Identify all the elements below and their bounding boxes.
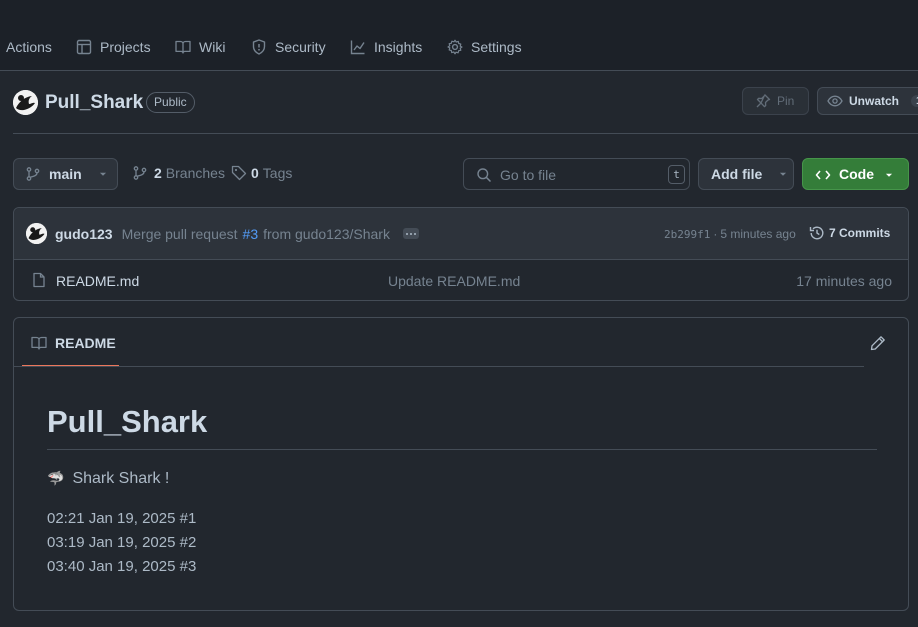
code-button[interactable]: Code (802, 158, 909, 190)
readme-line: 03:40 Jan 19, 2025 #3 (47, 558, 197, 575)
shield-icon (251, 39, 267, 55)
author-avatar[interactable] (26, 223, 47, 244)
git-branch-icon (25, 166, 41, 182)
nav-item-label: Wiki (199, 39, 226, 55)
go-to-file-input[interactable]: Go to file t (463, 158, 690, 190)
search-icon (476, 167, 492, 183)
repo-nav: Actions Projects Wiki Security Insights … (0, 0, 918, 71)
search-placeholder: Go to file (500, 167, 557, 183)
readme-intro: 🦈 Shark Shark ! (47, 470, 169, 488)
branches-link[interactable]: 2 Branches (132, 165, 225, 181)
unwatch-button[interactable]: Unwatch 1 (817, 87, 918, 115)
nav-item-wiki[interactable]: Wiki (175, 37, 225, 57)
readme-heading: Pull_Shark (47, 404, 208, 439)
repo-name[interactable]: Pull_Shark (45, 92, 143, 114)
file-icon (31, 272, 47, 288)
commits-link[interactable]: 7 Commits (809, 225, 890, 241)
repo-owner-avatar[interactable] (13, 90, 38, 115)
table-icon (76, 39, 92, 55)
book-icon (31, 335, 47, 351)
header-divider (13, 133, 918, 134)
branches-label: Branches (165, 165, 225, 181)
add-file-label: Add file (711, 166, 763, 182)
readme-tab-divider (14, 366, 864, 367)
readme-intro-text: Shark Shark ! (72, 470, 170, 487)
file-commit-time: 17 minutes ago (796, 273, 892, 289)
commit-pr-link[interactable]: #3 (243, 226, 259, 242)
nav-item-label: Security (275, 39, 326, 55)
tag-icon (231, 165, 247, 181)
readme-line: 03:19 Jan 19, 2025 #2 (47, 534, 197, 551)
heading-divider (47, 449, 877, 450)
shortcut-key: t (668, 165, 685, 184)
pin-button[interactable]: Pin (742, 87, 809, 115)
git-branch-icon (132, 165, 148, 181)
shark-emoji: 🦈 (47, 470, 65, 486)
add-file-button[interactable]: Add file (698, 158, 794, 190)
nav-item-insights[interactable]: Insights (350, 37, 422, 57)
code-icon (815, 167, 831, 183)
tags-label: Tags (262, 165, 293, 181)
commit-hash[interactable]: 2b299f1 (664, 227, 710, 241)
latest-commit-row: gudo123 Merge pull request #3 from gudo1… (14, 208, 908, 260)
eye-icon (827, 93, 843, 109)
watch-count: 1 (911, 95, 918, 107)
history-icon (809, 225, 825, 241)
file-browser: gudo123 Merge pull request #3 from gudo1… (13, 207, 909, 301)
nav-item-label: Insights (374, 39, 423, 55)
file-row: README.md Update README.md 17 minutes ag… (14, 260, 908, 300)
branch-select-button[interactable]: main (13, 158, 118, 190)
nav-item-settings[interactable]: Settings (447, 37, 522, 57)
readme-line: 02:21 Jan 19, 2025 #1 (47, 510, 197, 527)
ellipsis-icon[interactable] (402, 228, 419, 239)
commit-author[interactable]: gudo123 (55, 226, 113, 242)
commit-message-suffix[interactable]: from gudo123/Shark (263, 226, 390, 242)
tags-count: 0 (251, 165, 259, 181)
commit-time: 5 minutes ago (720, 227, 796, 241)
tags-link[interactable]: 0 Tags (231, 165, 292, 181)
nav-item-security[interactable]: Security (251, 37, 326, 57)
book-icon (175, 39, 191, 55)
nav-item-label: Projects (100, 39, 151, 55)
readme-panel: README Pull_Shark 🦈 Shark Shark ! 02:21 … (13, 317, 909, 611)
commit-message-prefix[interactable]: Merge pull request (122, 226, 238, 242)
readme-tab-label: README (55, 335, 116, 351)
unwatch-label: Unwatch (849, 94, 900, 108)
readme-tab[interactable]: README (22, 318, 119, 367)
chevron-down-icon (882, 168, 896, 182)
nav-item-label: Settings (471, 39, 522, 55)
nav-item-projects[interactable]: Projects (76, 37, 151, 57)
gear-icon (447, 39, 463, 55)
file-name[interactable]: README.md (56, 273, 139, 289)
code-label: Code (839, 166, 874, 182)
file-commit-message[interactable]: Update README.md (388, 273, 520, 289)
nav-item-label: Actions (6, 39, 52, 55)
branch-name: main (49, 166, 82, 182)
branches-count: 2 (154, 165, 162, 181)
chevron-down-icon (96, 167, 110, 181)
visibility-badge: Public (146, 92, 195, 113)
pin-icon (755, 93, 771, 109)
commits-label: 7 Commits (829, 226, 891, 240)
nav-item-actions[interactable]: Actions (6, 37, 52, 57)
chevron-down-icon (776, 167, 790, 181)
commit-separator: · (713, 227, 718, 241)
pin-label: Pin (777, 94, 795, 108)
graph-icon (350, 39, 366, 55)
pencil-icon[interactable] (870, 335, 886, 351)
